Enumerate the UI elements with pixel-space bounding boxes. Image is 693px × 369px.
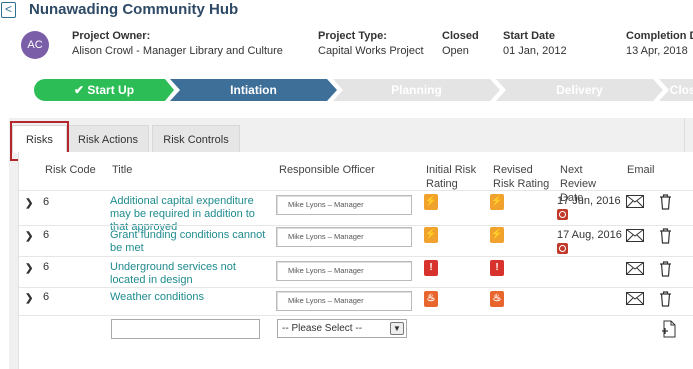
back-button[interactable]: < <box>1 2 16 18</box>
col-initial-rating[interactable]: Initial Risk Rating <box>426 163 481 191</box>
col-responsible-officer[interactable]: Responsible Officer <box>279 163 375 177</box>
tab-risk-controls[interactable]: Risk Controls <box>152 125 240 153</box>
stage-planning[interactable]: Planning <box>333 79 500 101</box>
lightning-icon: ⚡ <box>424 194 438 210</box>
page-title: Nunawading Community Hub <box>29 1 239 18</box>
risk-code: 6 <box>43 229 50 241</box>
mail-icon[interactable] <box>626 292 644 305</box>
review-date: 17 Aug, 2016 <box>557 229 622 241</box>
stage-start-up-label: ✔ Start Up <box>73 83 135 97</box>
risk-title-link[interactable]: Underground services not located in desi… <box>110 261 268 287</box>
avatar: AC <box>21 31 49 59</box>
risk-code: 6 <box>43 196 50 208</box>
stage-closure[interactable]: Closure <box>659 79 693 101</box>
row-divider <box>19 315 693 316</box>
table-row: ❯ 6 Additional capital expenditure may b… <box>19 194 693 233</box>
exclamation-icon: ! <box>424 260 438 276</box>
stage-delivery-label: Delivery <box>556 83 603 97</box>
project-status-value: Open <box>442 45 469 57</box>
header-divider <box>19 190 693 191</box>
trash-icon[interactable] <box>659 291 672 307</box>
clock-icon <box>557 243 568 254</box>
project-owner: Project Owner: Alison Crowl - Manager Li… <box>72 30 283 57</box>
chevron-down-icon[interactable]: ▼ <box>390 322 404 335</box>
trash-icon[interactable] <box>659 228 672 244</box>
officer-select-value: -- Please Select -- <box>282 323 363 334</box>
add-document-icon[interactable] <box>661 320 677 338</box>
row-divider <box>19 225 693 226</box>
completion-date-label: Completion Da <box>626 30 693 42</box>
col-revised-rating[interactable]: Revised Risk Rating <box>493 163 553 191</box>
completion-date: Completion Da 13 Apr, 2018 <box>626 30 693 57</box>
row-divider <box>19 287 693 288</box>
officer-field[interactable]: Mike Lyons – Manager <box>276 291 412 311</box>
clock-icon <box>557 209 568 220</box>
flame-icon: ♨ <box>424 291 438 307</box>
project-header: AC Project Owner: Alison Crowl - Manager… <box>0 24 693 70</box>
risk-code: 6 <box>43 261 50 273</box>
officer-field[interactable]: Mike Lyons – Manager <box>276 227 412 247</box>
completion-date-value: 13 Apr, 2018 <box>626 45 688 57</box>
col-email[interactable]: Email <box>627 163 655 177</box>
officer-field[interactable]: Mike Lyons – Manager <box>276 195 412 215</box>
lightning-icon: ⚡ <box>490 227 504 243</box>
project-status-label: Closed <box>442 30 479 42</box>
stage-planning-label: Planning <box>391 83 442 97</box>
officer-field[interactable]: Mike Lyons – Manager <box>276 261 412 281</box>
stage-intiation-label: Intiation <box>230 83 277 97</box>
chevron-right-icon[interactable]: ❯ <box>25 198 33 209</box>
risk-title-link[interactable]: Grant funding conditions cannot be met <box>110 229 268 255</box>
top-bar: < Nunawading Community Hub <box>0 0 693 22</box>
project-owner-label: Project Owner: <box>72 30 151 42</box>
table-row: ❯ 6 Underground services not located in … <box>19 259 693 290</box>
col-title[interactable]: Title <box>112 163 132 177</box>
project-status: Closed Open <box>442 30 479 57</box>
review-date: 17 Jun, 2016 <box>557 195 621 207</box>
project-owner-value: Alison Crowl - Manager Library and Cultu… <box>72 45 283 57</box>
mail-icon[interactable] <box>626 262 644 275</box>
trash-icon[interactable] <box>659 194 672 210</box>
stage-intiation[interactable]: Intiation <box>170 79 337 101</box>
start-date-label: Start Date <box>503 30 555 42</box>
lightning-icon: ⚡ <box>424 227 438 243</box>
start-date: Start Date 01 Jan, 2012 <box>503 30 567 57</box>
col-risk-code[interactable]: Risk Code <box>45 163 96 177</box>
new-risk-title-input[interactable] <box>111 319 260 339</box>
chevron-right-icon[interactable]: ❯ <box>25 231 33 242</box>
project-type-value: Capital Works Project <box>318 45 424 57</box>
risk-code: 6 <box>43 291 50 303</box>
project-type: Project Type: Capital Works Project <box>318 30 424 57</box>
chevron-right-icon[interactable]: ❯ <box>25 293 33 304</box>
mail-icon[interactable] <box>626 195 644 208</box>
stage-closure-label: Closure <box>669 83 693 97</box>
row-divider <box>19 256 693 257</box>
mail-icon[interactable] <box>626 229 644 242</box>
flame-icon: ♨ <box>490 291 504 307</box>
exclamation-icon: ! <box>490 260 504 276</box>
stage-start-up[interactable]: ✔ Start Up <box>34 79 174 101</box>
chevron-right-icon[interactable]: ❯ <box>25 263 33 274</box>
trash-icon[interactable] <box>659 261 672 277</box>
stage-pipeline: ✔ Start Up Intiation Planning Delivery C… <box>34 79 693 101</box>
start-date-value: 01 Jan, 2012 <box>503 45 567 57</box>
new-risk-officer-select[interactable]: -- Please Select -- ▼ <box>277 319 407 338</box>
tab-risk-actions[interactable]: Risk Actions <box>67 125 149 153</box>
project-type-label: Project Type: <box>318 30 387 42</box>
risk-title-link[interactable]: Weather conditions <box>110 291 268 304</box>
lightning-icon: ⚡ <box>490 194 504 210</box>
